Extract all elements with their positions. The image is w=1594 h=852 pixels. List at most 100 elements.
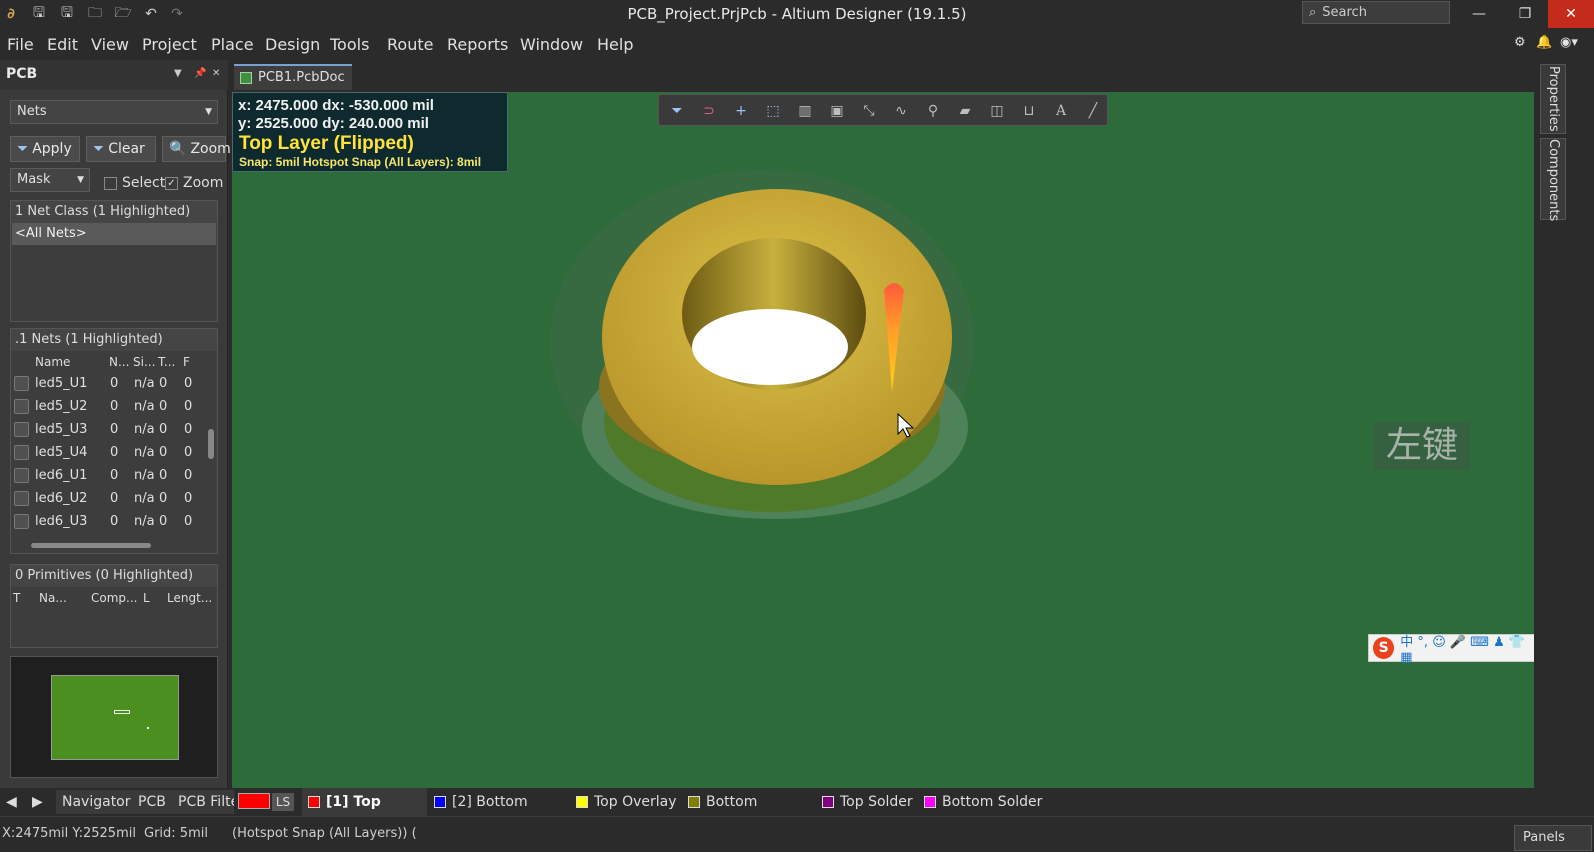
col-type[interactable]: T — [13, 587, 20, 609]
table-row[interactable]: led5_U4 0 n/a 0 0 — [12, 442, 208, 464]
net-color-swatch[interactable] — [14, 514, 29, 529]
crosshair-icon[interactable]: + — [731, 101, 751, 121]
panel-close-icon[interactable]: ✕ — [212, 68, 220, 79]
layer-swatch — [308, 796, 320, 808]
search-input[interactable]: ⌕ Search — [1302, 1, 1450, 24]
route-icon[interactable]: ⤡ — [859, 101, 879, 121]
hud-snap: Snap: 5mil Hotspot Snap (All Layers): 8m… — [239, 155, 482, 169]
menu-project[interactable]: Project — [142, 35, 197, 54]
menu-file[interactable]: File — [7, 35, 34, 54]
scroll-left-icon[interactable]: ◀ — [0, 790, 24, 814]
menu-design[interactable]: Design — [265, 35, 320, 54]
tab-pcb[interactable]: PCB — [132, 790, 172, 814]
net-color-swatch[interactable] — [14, 491, 29, 506]
col-name[interactable]: Name — [35, 351, 70, 373]
net-color-swatch[interactable] — [14, 422, 29, 437]
align-icon[interactable]: ▥ — [795, 101, 815, 121]
ime-options[interactable]: 中 °, ☺ 🎤 ⌨ ♟ 👕 ▦ — [1400, 631, 1534, 665]
ime-toolbar[interactable]: S 中 °, ☺ 🎤 ⌨ ♟ 👕 ▦ — [1368, 631, 1534, 665]
restore-button[interactable]: ❐ — [1502, 0, 1548, 28]
user-account-icon[interactable]: ◉▾ — [1560, 35, 1578, 50]
menu-tools[interactable]: Tools — [330, 35, 369, 54]
layer-swatch — [822, 796, 834, 808]
net-t: 0 — [159, 376, 168, 391]
panels-button[interactable]: Panels — [1514, 825, 1592, 851]
layer-tab-label: Top Overlay — [594, 794, 677, 810]
table-row[interactable]: led5_U2 0 n/a 0 0 — [12, 396, 208, 418]
menu-window[interactable]: Window — [520, 35, 583, 54]
board-preview[interactable] — [10, 656, 218, 778]
menu-view[interactable]: View — [91, 35, 129, 54]
tab-pcb-filter[interactable]: PCB Filte — [172, 790, 234, 814]
layer-swatch — [924, 796, 936, 808]
notifications-bell-icon[interactable]: 🔔 — [1536, 35, 1552, 50]
layer-set-button[interactable]: LS — [272, 793, 294, 811]
settings-gear-icon[interactable]: ⚙ — [1514, 35, 1526, 50]
select-rectangle-icon[interactable]: ⬚ — [763, 101, 783, 121]
table-row[interactable]: led6_U2 0 n/a 0 0 — [12, 488, 208, 510]
menu-reports[interactable]: Reports — [447, 35, 508, 54]
tab-navigator[interactable]: Navigator — [56, 790, 137, 814]
layer-tab-bottom-solder[interactable]: Bottom Solder — [918, 788, 1048, 816]
polygon-icon[interactable]: ▰ — [955, 101, 975, 121]
col-n[interactable]: N... — [109, 351, 129, 373]
layer-tab-top-layer[interactable]: [1] Top Layer — [302, 788, 427, 838]
layer-tab-top-solder[interactable]: Top Solder — [816, 788, 916, 816]
layer-tab-bottom-overlay[interactable]: Bottom Overlay — [682, 788, 814, 838]
document-tab-bar: PCB1.PcbDoc * — [230, 60, 1536, 109]
line-icon[interactable]: ╱ — [1083, 101, 1103, 121]
apply-button[interactable]: ⏷ Apply — [10, 136, 80, 162]
pcb-canvas[interactable]: x: 2475.000 dx: -530.000 mil y: 2525.000… — [232, 92, 1534, 788]
tab-pcb1-pcbdoc[interactable]: PCB1.PcbDoc * — [234, 64, 352, 109]
table-row[interactable]: led5_U1 0 n/a 0 0 — [12, 373, 208, 395]
diff-pair-icon[interactable]: ∿ — [891, 101, 911, 121]
text-icon[interactable]: A — [1051, 101, 1071, 121]
via-icon[interactable]: ⚲ — [923, 101, 943, 121]
col-prim-name[interactable]: Na... — [39, 587, 67, 609]
mode-select[interactable]: Nets ▼ — [10, 100, 218, 124]
menu-place[interactable]: Place — [211, 35, 254, 54]
net-color-swatch[interactable] — [14, 445, 29, 460]
close-button[interactable]: ✕ — [1548, 0, 1594, 28]
net-t: 0 — [159, 468, 168, 483]
filter-icon[interactable]: ⏷ — [667, 101, 687, 121]
current-layer-color[interactable] — [238, 793, 270, 809]
table-row[interactable]: led6_U3 0 n/a 0 0 — [12, 511, 208, 533]
net-color-swatch[interactable] — [14, 468, 29, 483]
pin-icon[interactable]: 📌 — [194, 68, 206, 79]
drill-hole-opening — [692, 309, 848, 385]
zoom-checkbox[interactable]: ✓ Zoom — [165, 175, 223, 191]
tab-properties[interactable]: Properties — [1540, 64, 1566, 134]
col-layer[interactable]: L — [143, 587, 150, 609]
minimize-button[interactable]: — — [1456, 0, 1502, 28]
menu-help[interactable]: Help — [597, 35, 633, 54]
menu-route[interactable]: Route — [387, 35, 433, 54]
table-row[interactable]: led6_U1 0 n/a 0 0 — [12, 465, 208, 487]
highlight-icon[interactable]: ⊃ — [699, 101, 719, 121]
col-t[interactable]: T... — [158, 351, 175, 373]
vertical-scrollbar-thumb[interactable] — [208, 429, 214, 459]
dimension-icon[interactable]: ⊔ — [1019, 101, 1039, 121]
col-f[interactable]: F — [183, 351, 190, 373]
region-icon[interactable]: ◫ — [987, 101, 1007, 121]
net-color-swatch[interactable] — [14, 399, 29, 414]
clear-filter-icon: ⏷ — [93, 141, 105, 157]
zoom-button[interactable]: 🔍 Zoom — [162, 136, 231, 162]
layer-tab-bottom-layer[interactable]: [2] Bottom Layer — [428, 788, 568, 838]
select-checkbox[interactable]: Select — [104, 175, 165, 191]
col-component[interactable]: Comp... — [91, 587, 137, 609]
panel-menu-icon[interactable]: ▼ — [174, 68, 182, 79]
net-color-swatch[interactable] — [14, 376, 29, 391]
mask-select[interactable]: Mask ▼ — [10, 168, 90, 192]
table-row[interactable]: led5_U3 0 n/a 0 0 — [12, 419, 208, 441]
clear-button[interactable]: ⏷ Clear — [86, 136, 156, 162]
col-si[interactable]: Si... — [133, 351, 155, 373]
tab-components[interactable]: Components — [1540, 138, 1566, 221]
horizontal-scrollbar-thumb[interactable] — [31, 543, 151, 548]
scroll-right-icon[interactable]: ▶ — [26, 790, 50, 814]
net-class-item[interactable]: <All Nets> — [12, 223, 216, 245]
col-length[interactable]: Lengt... — [167, 587, 212, 609]
menu-edit[interactable]: Edit — [47, 35, 78, 54]
component-icon[interactable]: ▣ — [827, 101, 847, 121]
layer-tab-top-overlay[interactable]: Top Overlay — [570, 788, 680, 816]
